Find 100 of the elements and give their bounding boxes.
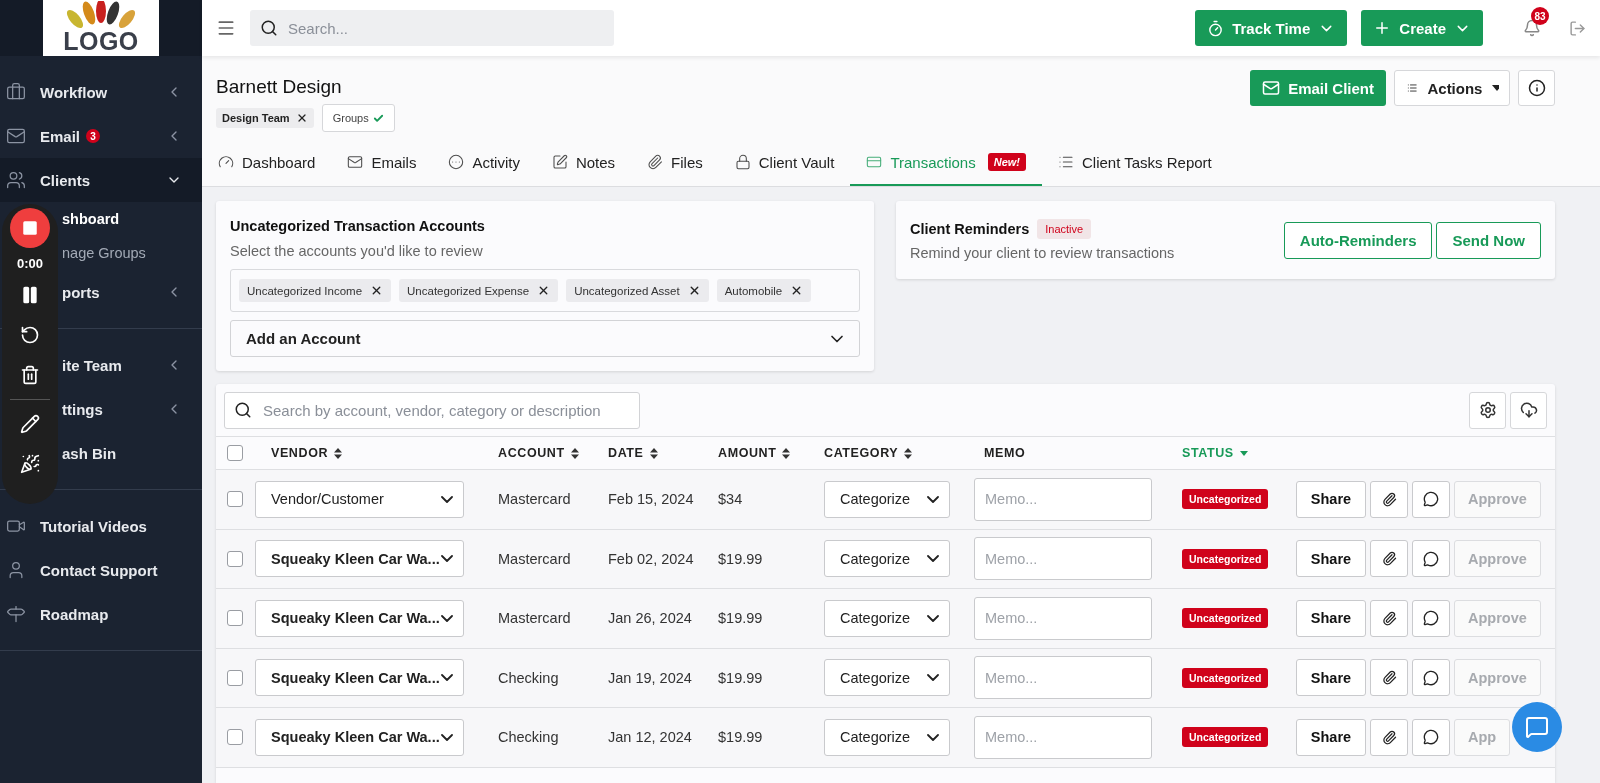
check-icon [372,112,384,124]
tab[interactable]: Emails [331,140,433,186]
vendor-select[interactable]: Squeaky Kleen Car Wa... [255,659,464,697]
new-badge: New! [987,153,1026,171]
stop-button[interactable] [10,208,50,248]
table-cell: $19.99 [718,610,763,627]
row-checkbox[interactable] [227,610,243,627]
comment-button[interactable] [1412,718,1450,756]
sidebar-item[interactable]: ttings [0,387,202,431]
category-select[interactable]: Categorize [824,480,950,518]
vendor-select[interactable]: Vendor/Customer [255,480,464,518]
share-button[interactable]: Share [1296,540,1366,578]
tab[interactable]: Files [631,140,719,186]
auto-reminders-button[interactable]: Auto-Reminders [1283,221,1433,259]
status-badge: Uncategorized [1182,489,1269,510]
column-header[interactable]: ACCOUNT [498,446,579,460]
track-time-button[interactable]: Track Time [1195,10,1348,46]
attach-button[interactable] [1370,599,1408,637]
column-header[interactable]: AMOUNT [718,446,791,460]
share-button[interactable]: Share [1296,480,1366,518]
row-checkbox[interactable] [227,669,243,686]
tab[interactable]: Activity [432,140,536,186]
send-now-button[interactable]: Send Now [1436,221,1541,259]
comment-button[interactable] [1412,540,1450,578]
timer-icon [1207,19,1225,37]
attach-button[interactable] [1370,540,1408,578]
sidebar-item[interactable]: Contact Support [0,548,202,592]
sidebar-label: Clients [40,171,90,189]
sidebar-item[interactable]: Workflow [0,70,202,114]
logo[interactable]: LOGO [43,0,159,56]
download-button[interactable] [1510,391,1547,429]
info-button[interactable] [1518,70,1555,106]
sidebar-item[interactable]: ash Bin [0,431,202,475]
column-header[interactable]: DATE [608,446,658,460]
sidebar-subitem[interactable]: shboard [62,211,120,227]
sidebar-item[interactable]: ite Team [0,343,202,387]
comment-button[interactable] [1412,599,1450,637]
memo-field[interactable]: Memo... [974,477,1152,521]
settings-button[interactable] [1469,391,1506,429]
notifications-button[interactable] [1523,19,1541,37]
tab[interactable]: Dashboard [202,140,332,186]
category-select[interactable]: Categorize [824,599,950,637]
sidebar-label: ash Bin [62,444,117,462]
sidebar-label: ite Team [62,356,122,374]
paperclip-icon [1381,491,1397,507]
email-client-button[interactable]: Email Client [1250,70,1386,106]
sidebar-label: Email [40,127,81,145]
tab[interactable]: Client Vault [718,140,851,186]
category-select[interactable]: Categorize [824,540,950,578]
menu-button[interactable] [216,18,236,38]
row-checkbox[interactable] [227,729,243,746]
tab[interactable]: Transactions New! [850,140,1042,186]
tab[interactable]: Notes [535,140,632,186]
sidebar-item[interactable]: ports [0,270,202,314]
share-button[interactable]: Share [1296,599,1366,637]
comment-button[interactable] [1412,480,1450,518]
select-all-checkbox[interactable] [227,445,243,461]
share-button[interactable]: Share [1296,718,1366,756]
row-checkbox[interactable] [227,491,243,508]
memo-field[interactable]: Memo... [974,596,1152,640]
create-button[interactable]: Create [1361,10,1483,46]
sidebar-subitem[interactable]: nage Groups [62,245,146,261]
attach-button[interactable] [1370,480,1408,518]
search-field[interactable]: Search... [250,10,614,46]
category-select[interactable]: Categorize [824,718,950,756]
vendor-select[interactable]: Squeaky Kleen Car Wa... [255,718,464,756]
sidebar-item[interactable]: Tutorial Videos [0,504,202,548]
timer-text: 0:00 [17,256,43,271]
column-header[interactable]: STATUS [1182,446,1248,460]
memo-field[interactable]: Memo... [974,537,1152,581]
logout-button[interactable] [1569,19,1586,37]
add-account-select[interactable]: Add an Account [230,320,860,357]
vendor-select[interactable]: Squeaky Kleen Car Wa... [255,599,464,637]
accounts-field[interactable]: Uncategorized Income Uncategorized Expense Uncategorized Asset Automobile [230,269,860,312]
memo-field[interactable]: Memo... [974,715,1152,759]
list-icon [1057,154,1074,170]
attach-button[interactable] [1370,718,1408,756]
column-header[interactable]: CATEGORY [824,446,913,460]
column-header[interactable]: VENDOR [271,446,343,460]
tab[interactable]: Client Tasks Report [1041,140,1228,186]
sidebar-item[interactable]: Email 3 [0,114,202,158]
comment-button[interactable] [1412,659,1450,697]
table-cell: Mastercard [498,610,571,627]
share-button[interactable]: Share [1296,659,1366,697]
category-select[interactable]: Categorize [824,659,950,697]
party-popper-icon [20,454,40,474]
vendor-select[interactable]: Squeaky Kleen Car Wa... [255,540,464,578]
table-cell: Checking [498,729,559,746]
sidebar-item[interactable]: Clients [0,158,202,202]
actions-button[interactable]: Actions [1394,70,1510,106]
logo-text: LOGO [63,29,139,54]
attach-button[interactable] [1370,659,1408,697]
table-search-field[interactable]: Search by account, vendor, category or description [224,391,640,429]
pencil-icon [20,414,40,434]
row-checkbox[interactable] [227,550,243,567]
memo-field[interactable]: Memo... [974,656,1152,700]
sidebar-item[interactable]: Roadmap [0,592,202,636]
chevron-down-icon [441,555,453,563]
speech-bubble-icon [1423,610,1439,627]
groups-button[interactable]: Groups [321,104,395,132]
